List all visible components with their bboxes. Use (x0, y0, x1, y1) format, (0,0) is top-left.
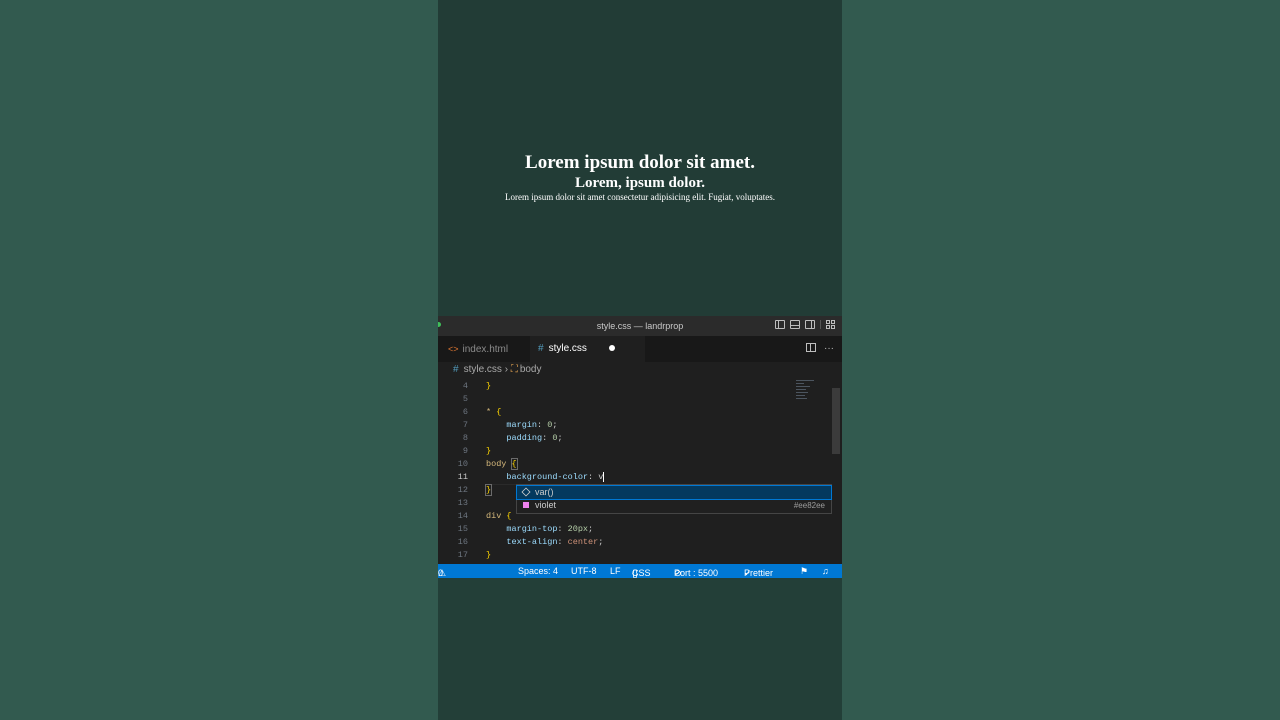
code-line[interactable]: } (486, 549, 491, 562)
titlebar-divider (820, 320, 821, 329)
encoding-status[interactable]: UTF-8 (571, 566, 597, 576)
suggestion-label: violet (535, 500, 557, 510)
indentation-status[interactable]: Spaces: 4 (518, 566, 558, 576)
minimap[interactable] (796, 378, 830, 418)
preview-heading-1: Lorem ipsum dolor sit amet. (525, 152, 755, 173)
code-line[interactable]: body { (486, 458, 518, 471)
browser-preview: Lorem ipsum dolor sit amet. Lorem, ipsum… (438, 0, 842, 318)
preview-paragraph: Lorem ipsum dolor sit amet consectetur a… (505, 192, 775, 202)
line-number: 12 (457, 485, 468, 495)
line-number: 16 (457, 537, 468, 547)
toggle-primary-sidebar-icon[interactable] (775, 320, 785, 329)
tab-label: index.html (462, 344, 509, 355)
line-number: 11 (457, 472, 468, 482)
title-bar: style.css — landrprop (438, 316, 842, 336)
color-swatch-icon (523, 502, 529, 508)
tab-label: style.css (548, 343, 587, 354)
code-line[interactable]: margin-top: 20px; (486, 523, 593, 536)
tab-index-html[interactable]: <> index.html (448, 336, 508, 362)
line-number: 6 (462, 407, 468, 417)
toggle-secondary-sidebar-icon[interactable] (805, 320, 815, 329)
symbol-class-icon: ⛶ (510, 364, 518, 375)
more-actions-icon[interactable]: ··· (824, 343, 834, 354)
language-label: CSS (632, 568, 651, 578)
code-line[interactable]: } (486, 380, 491, 393)
code-line-active[interactable]: background-color: v (486, 471, 605, 484)
prettier-label: Prettier (744, 568, 774, 578)
breadcrumb: # style.css › ⛶ body (438, 362, 842, 378)
line-number: 15 (457, 524, 468, 534)
code-editor[interactable]: 4} 5 6 * { 7 margin: 0; 8 padding: 0; 9} … (438, 378, 842, 563)
suggestion-item[interactable]: violet #ee82ee (517, 499, 831, 512)
code-line[interactable]: * { (486, 406, 501, 419)
customize-layout-icon[interactable] (826, 320, 836, 329)
eol-status[interactable]: LF (610, 566, 621, 576)
breadcrumb-file[interactable]: style.css (464, 364, 502, 375)
line-number: 5 (462, 394, 468, 404)
left-backdrop (0, 0, 438, 720)
line-number: 10 (457, 459, 468, 469)
css-file-icon: # (453, 364, 459, 375)
code-line[interactable]: div { (486, 510, 512, 523)
suggestion-detail: #ee82ee (793, 501, 825, 510)
port-label: Port : 5500 (674, 568, 719, 578)
tab-style-css[interactable]: # style.css (530, 336, 645, 362)
code-line[interactable]: } (484, 484, 493, 497)
code-line[interactable]: margin: 0; (486, 419, 557, 432)
breadcrumb-symbol[interactable]: body (520, 364, 542, 375)
feedback-icon[interactable]: ⚑ (800, 566, 808, 577)
unsaved-dot-icon[interactable] (608, 345, 615, 352)
line-number: 4 (462, 381, 468, 391)
status-bar: ⚠ 0 Spaces: 4 UTF-8 LF {} CSS ⊘ Port : 5… (438, 564, 842, 578)
code-line[interactable]: text-align: center; (486, 536, 603, 549)
autocomplete-widget: var() violet #ee82ee (516, 484, 832, 514)
chevron-right-icon: › (504, 364, 509, 375)
code-line[interactable]: padding: 0; (486, 432, 562, 445)
html-file-icon: <> (448, 344, 459, 354)
problems-count: 0 (438, 568, 444, 578)
line-number: 9 (462, 446, 468, 456)
line-number: 17 (457, 550, 468, 560)
line-number: 14 (457, 511, 468, 521)
text-cursor (603, 471, 605, 482)
suggestion-label: var() (535, 487, 554, 497)
line-number: 13 (457, 498, 468, 508)
css-file-icon: # (538, 343, 544, 354)
split-editor-icon[interactable] (806, 343, 816, 352)
right-backdrop (842, 0, 1280, 720)
vscode-window: style.css — landrprop <> index.html # styl… (438, 316, 842, 578)
line-number: 7 (462, 420, 468, 430)
preview-heading-2: Lorem, ipsum dolor. (574, 175, 706, 191)
function-cube-icon (521, 487, 531, 497)
toggle-panel-icon[interactable] (790, 320, 800, 329)
vertical-scrollbar[interactable] (832, 388, 840, 454)
code-line[interactable]: } (486, 445, 491, 458)
line-number: 8 (462, 433, 468, 443)
editor-tabs: <> index.html # style.css ··· (438, 336, 842, 362)
bell-icon[interactable]: ♫ (822, 566, 829, 576)
suggestion-item[interactable]: var() (516, 485, 832, 500)
video-frame: Lorem ipsum dolor sit amet. Lorem, ipsum… (438, 0, 842, 720)
